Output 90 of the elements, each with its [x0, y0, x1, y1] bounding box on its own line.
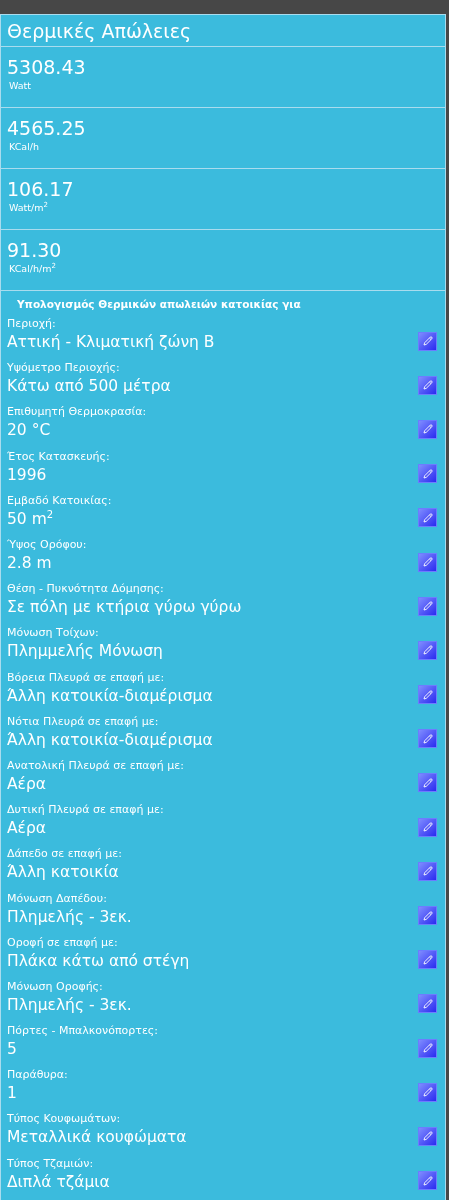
field-label: Βόρεια Πλευρά σε επαφή με: — [7, 670, 165, 685]
field-value: Άλλη κατοικία — [7, 862, 119, 884]
page-title: Θερμικές Απώλειες — [7, 19, 192, 43]
edit-button[interactable] — [418, 817, 437, 837]
field-label: Ανατολική Πλευρά σε επαφή με: — [7, 758, 184, 773]
pencil-icon — [421, 688, 434, 701]
edit-button[interactable] — [418, 950, 437, 970]
field-value: 50 m$^{2}$ — [7, 507, 54, 530]
pencil-icon — [421, 1086, 434, 1099]
field-value: 20 °C — [7, 420, 51, 442]
result-value: 5308.43 — [7, 55, 86, 79]
field-label: Μόνωση Δαπέδου: — [7, 891, 107, 906]
result-value: 91.30 — [7, 238, 62, 262]
edit-button[interactable] — [418, 1038, 437, 1058]
pencil-icon — [421, 1042, 434, 1055]
field-label: Εμβαδό Κατοικίας: — [7, 493, 112, 508]
result-unit: KCal/h/m$^{2}$ — [9, 262, 56, 275]
pencil-icon — [421, 1130, 434, 1143]
field-value: Άλλη κατοικία-διαμέρισμα — [7, 685, 213, 707]
edit-button[interactable] — [418, 685, 437, 705]
field-value: 2.8 m — [7, 553, 52, 575]
pencil-icon — [421, 1174, 434, 1187]
result-unit: KCal/h — [9, 140, 40, 153]
edit-button[interactable] — [418, 596, 437, 616]
pencil-icon — [421, 953, 434, 966]
edit-button[interactable] — [418, 1082, 437, 1102]
result-unit: Watt/m$^{2}$ — [9, 201, 48, 214]
edit-button[interactable] — [418, 1126, 437, 1146]
pencil-icon — [421, 556, 434, 569]
edit-button[interactable] — [418, 906, 437, 926]
field-label: Δυτική Πλευρά σε επαφή με: — [7, 803, 164, 818]
pencil-icon — [421, 467, 434, 480]
field-value: Σε πόλη με κτήρια γύρω γύρω — [7, 597, 242, 619]
field-value: Αέρα — [7, 818, 47, 840]
field-value: Αττική - Κλιματική ζώνη Β — [7, 332, 215, 354]
field-value: Πλημελής - 3εκ. — [7, 994, 132, 1016]
field-label: Επιθυμητή Θερμοκρασία: — [7, 405, 147, 420]
edit-button[interactable] — [418, 773, 437, 793]
edit-button[interactable] — [418, 508, 437, 528]
field-label: Θέση - Πυκνότητα Δόμησης: — [7, 582, 164, 597]
field-value: Πλημελής - 3εκ. — [7, 906, 132, 928]
pencil-icon — [421, 732, 434, 745]
pencil-icon — [421, 776, 434, 789]
pencil-icon — [421, 644, 434, 657]
field-value: Πλημμελής Μόνωση — [7, 641, 163, 663]
result-value: 106.17 — [7, 177, 74, 201]
section-heading: Υπολογισμός Θερμικών απωλειών κατοικίας για — [17, 297, 301, 311]
field-label: Ύψος Ορόφου: — [7, 538, 87, 553]
field-label: Δάπεδο σε επαφή με: — [7, 847, 122, 862]
edit-button[interactable] — [418, 994, 437, 1014]
edit-button[interactable] — [418, 331, 437, 351]
field-label: Πόρτες - Μπαλκονόπορτες: — [7, 1024, 158, 1039]
edit-button[interactable] — [418, 1171, 437, 1191]
field-value: 1996 — [7, 464, 47, 486]
pencil-icon — [421, 511, 434, 524]
result-value: 4565.25 — [7, 116, 86, 140]
pencil-icon — [421, 335, 434, 348]
pencil-icon — [421, 865, 434, 878]
field-value: Άλλη κατοικία-διαμέρισμα — [7, 729, 213, 751]
edit-button[interactable] — [418, 375, 437, 395]
field-label: Μόνωση Οροφής: — [7, 979, 103, 994]
pencil-icon — [421, 997, 434, 1010]
field-value: Πλάκα κάτω από στέγη — [7, 950, 190, 972]
field-value: Μεταλλικά κουφώματα — [7, 1127, 187, 1149]
field-label: Παράθυρα: — [7, 1068, 68, 1083]
field-value: Διπλά τζάμια — [7, 1171, 110, 1193]
pencil-icon — [421, 600, 434, 613]
pencil-icon — [421, 423, 434, 436]
pencil-icon — [421, 909, 434, 922]
pencil-icon — [421, 379, 434, 392]
edit-button[interactable] — [418, 729, 437, 749]
field-value: 1 — [7, 1083, 17, 1105]
field-label: Τύπος Τζαμιών: — [7, 1156, 94, 1171]
field-label: Μόνωση Τοίχων: — [7, 626, 99, 641]
pencil-icon — [421, 821, 434, 834]
field-value: Κάτω από 500 μέτρα — [7, 376, 171, 398]
field-label: Νότια Πλευρά σε επαφή με: — [7, 714, 159, 729]
field-value: Αέρα — [7, 773, 47, 795]
edit-button[interactable] — [418, 419, 437, 439]
edit-button[interactable] — [418, 640, 437, 660]
field-label: Περιοχή: — [7, 317, 56, 332]
field-label: Οροφή σε επαφή με: — [7, 935, 118, 950]
field-value: 5 — [7, 1039, 17, 1061]
edit-button[interactable] — [418, 552, 437, 572]
field-label: Υψόμετρο Περιοχής: — [7, 361, 120, 376]
field-label: Έτος Κατασκευής: — [7, 449, 110, 464]
field-label: Τύπος Κουφωμάτων: — [7, 1112, 121, 1127]
edit-button[interactable] — [418, 464, 437, 484]
edit-button[interactable] — [418, 861, 437, 881]
result-unit: Watt — [9, 79, 32, 92]
